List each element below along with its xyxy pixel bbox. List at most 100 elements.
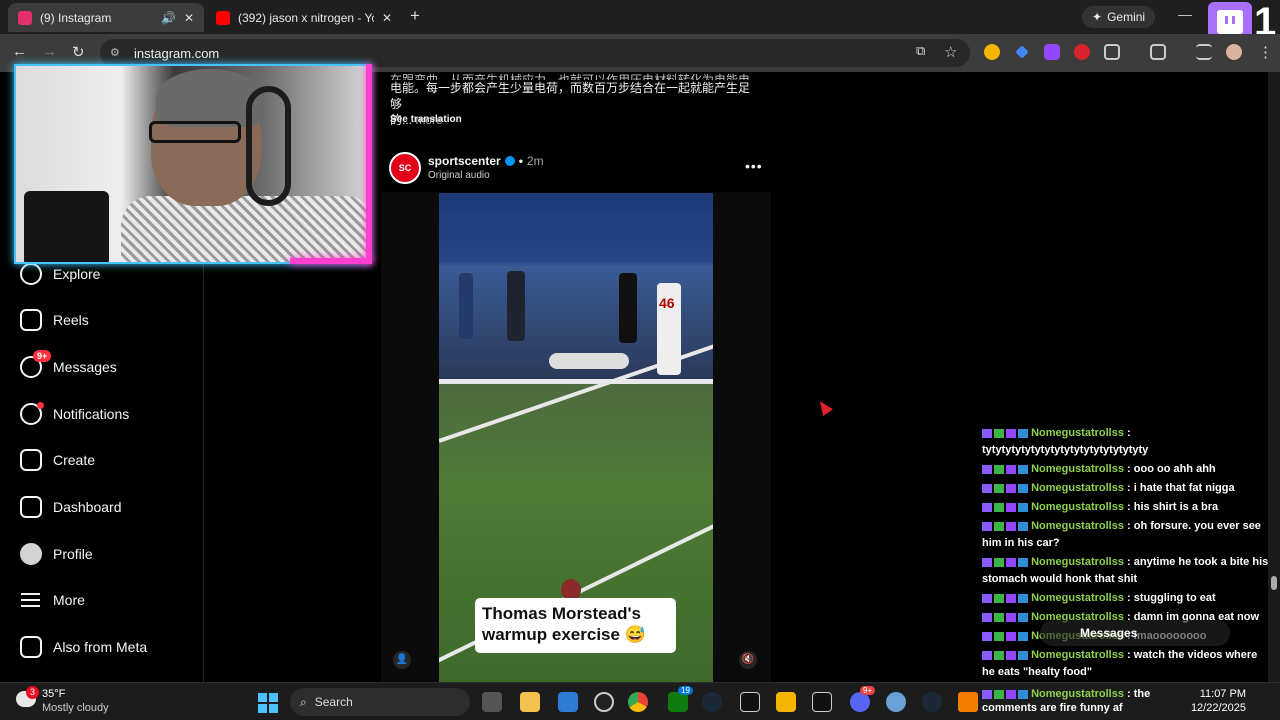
caption-line: 电能。每一步都会产生少量电荷，而数百万步结合在一起就能产生足够 (390, 81, 751, 111)
chat-badges-icon (982, 557, 1028, 567)
tab-title: (9) Instagram (40, 10, 112, 25)
settings-gear-icon[interactable] (886, 692, 906, 712)
site-info-icon[interactable]: ⚙ (110, 46, 124, 60)
speaker-icon[interactable]: 🔊 (161, 11, 176, 25)
chat-badges-icon (982, 464, 1028, 474)
chrome-icon[interactable] (628, 692, 648, 712)
chat-username: Nomegustatrollss (1031, 463, 1124, 475)
post-timestamp: 2m (526, 154, 544, 168)
game-launcher-icon[interactable] (958, 692, 978, 712)
bookmark-star-icon[interactable]: ☆ (944, 43, 957, 61)
messages-dock-button[interactable]: Messages (1040, 620, 1230, 646)
video-caption-overlay: Thomas Morstead's warmup exercise 😅 (475, 598, 676, 653)
caption-line: 在跟弯曲，从而产生机械应力。也就可以作用压电材料转化为电能电 (390, 73, 751, 80)
heart-icon (20, 402, 44, 425)
hamburger-icon (20, 589, 42, 611)
taskbar-search[interactable]: ⌕ Search (290, 688, 470, 716)
chat-overlay-partial-line: Nomegustatrollss : the comments are fire… (982, 688, 1151, 714)
chat-text: ooo oo ahh ahh (1133, 463, 1216, 475)
side-panel-icon[interactable] (1150, 44, 1166, 60)
close-tab-icon[interactable]: ✕ (382, 11, 392, 25)
steam-icon[interactable] (702, 692, 722, 712)
reload-icon[interactable]: ↻ (72, 43, 85, 61)
post-username[interactable]: sportscenter (428, 154, 501, 168)
see-translation-link[interactable]: See translation (390, 114, 462, 125)
weather-alert-badge: 3 (26, 686, 39, 699)
sidebar-item-label: Create (53, 452, 96, 468)
sidebar-item-create[interactable]: Create (20, 448, 95, 472)
gemini-button[interactable]: ✦ Gemini (1082, 6, 1156, 28)
post-audio-link[interactable]: Original audio (428, 170, 490, 181)
sideline-person (507, 271, 525, 341)
sidebar-item-messages[interactable]: 9+ Messages (20, 350, 117, 379)
sidebar-item-reels[interactable]: Reels (20, 308, 89, 332)
chat-username: Nomegustatrollss (1031, 427, 1124, 439)
meta-grid-icon (20, 636, 42, 658)
epic-games-icon[interactable] (740, 692, 760, 712)
chat-username: Nomegustatrollss (1031, 520, 1124, 532)
url-text: instagram.com (134, 45, 220, 61)
chat-username: Nomegustatrollss (1031, 501, 1124, 513)
chat-badges-icon (982, 428, 1028, 438)
sidebar-item-profile[interactable]: Profile (20, 542, 93, 566)
close-tab-icon[interactable]: ✕ (184, 11, 194, 25)
reading-list-icon[interactable] (1196, 44, 1212, 60)
mute-toggle-icon[interactable]: 🔇 (739, 651, 757, 669)
post-author-avatar[interactable]: SC (389, 152, 421, 184)
sidebar-item-explore[interactable]: Explore (20, 262, 100, 286)
twitch-extension-icon[interactable] (1044, 44, 1060, 60)
scrollbar-thumb[interactable] (1271, 576, 1277, 590)
xbox-badge: 19 (678, 686, 693, 695)
new-tab-button[interactable]: + (410, 6, 420, 26)
back-arrow-icon[interactable]: ← (12, 43, 27, 60)
weather-temperature[interactable]: 35°F (42, 688, 65, 700)
app-17-icon[interactable] (812, 692, 832, 712)
windows-start-icon[interactable] (258, 693, 278, 713)
tab-youtube[interactable]: (392) jason x nitrogen - YouTube ✕ (206, 3, 402, 32)
taskbar-clock-time[interactable]: 11:07 PM (1190, 688, 1246, 700)
xbox-icon[interactable] (668, 692, 688, 712)
post-options-icon[interactable]: ••• (745, 158, 763, 174)
player-stretching (549, 353, 629, 369)
streamer-webcam (14, 64, 370, 264)
taskbar-clock-date[interactable]: 12/22/2025 (1182, 702, 1246, 714)
install-app-icon[interactable]: ⧉ (916, 43, 925, 59)
profile-avatar-icon[interactable] (1226, 44, 1242, 60)
sidebar-item-dashboard[interactable]: Dashboard (20, 495, 122, 519)
weather-description[interactable]: Mostly cloudy (42, 702, 109, 714)
task-view-icon[interactable] (482, 692, 502, 712)
obs-icon[interactable] (594, 692, 614, 712)
notification-dot (37, 402, 44, 409)
puzzle-extensions-icon[interactable] (1104, 44, 1120, 60)
extension-diamond-icon[interactable] (1015, 45, 1029, 59)
store-icon[interactable] (558, 692, 578, 712)
gemini-label: Gemini (1107, 10, 1146, 24)
sidebar-item-label: More (53, 592, 85, 608)
discord-icon[interactable] (850, 692, 870, 712)
extension-red-icon[interactable] (1074, 44, 1090, 60)
webcam-border-accent (366, 64, 372, 264)
tagged-users-icon[interactable]: 👤 (393, 651, 411, 669)
sidebar-item-notifications[interactable]: Notifications (20, 402, 129, 426)
minimize-icon[interactable]: — (1178, 6, 1192, 22)
sidebar-item-label: Messages (53, 359, 117, 375)
sidebar-item-label: Also from Meta (53, 639, 148, 655)
address-bar[interactable]: ⚙ instagram.com (100, 39, 970, 67)
sidebar-item-also-from-meta[interactable]: Also from Meta (20, 635, 147, 659)
file-explorer-icon[interactable] (520, 692, 540, 712)
webcam-border-accent (290, 258, 372, 264)
chat-text: i hate that fat nigga (1133, 482, 1235, 494)
extension-color-icon[interactable] (984, 44, 1000, 60)
steam-alt-icon[interactable] (922, 692, 942, 712)
forward-arrow-icon[interactable]: → (42, 43, 57, 60)
kebab-menu-icon[interactable]: ⋮ (1258, 43, 1273, 61)
chat-username: Nomegustatrollss (1031, 592, 1124, 604)
messages-dock-label: Messages (1080, 626, 1138, 640)
chat-text: tytytytytytytytytytytytytytytytyty (982, 444, 1149, 456)
tab-instagram[interactable]: (9) Instagram 🔊 ✕ (8, 3, 204, 32)
mouse-cursor-icon (815, 397, 833, 417)
rockstar-icon[interactable] (776, 692, 796, 712)
sidebar-item-more[interactable]: More (20, 588, 85, 612)
page-scrollbar[interactable] (1268, 72, 1280, 682)
yard-line (439, 379, 713, 384)
